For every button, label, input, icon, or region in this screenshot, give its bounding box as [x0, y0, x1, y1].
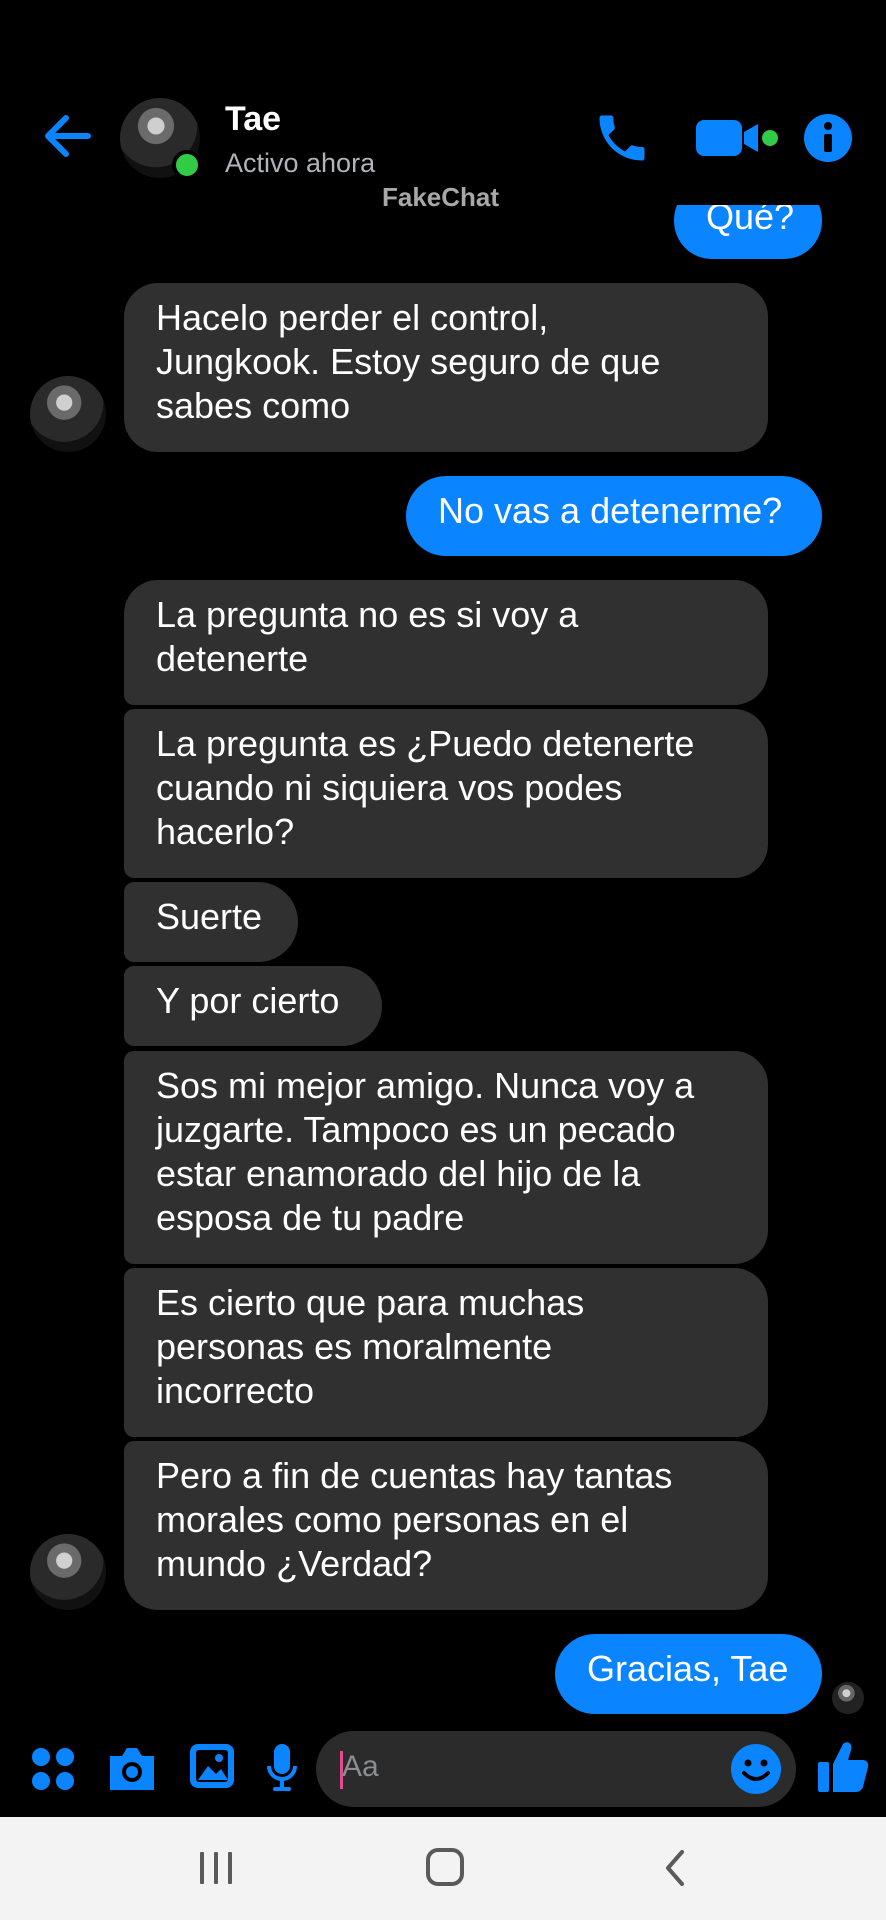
message-line: Hacelo perder el control, — [156, 297, 549, 338]
message-line: No vas a detenerme? — [438, 490, 783, 531]
message-bubble-incoming[interactable]: La pregunta es ¿Puedo detenerte cuando n… — [124, 709, 768, 878]
system-navigation-bar — [0, 1817, 886, 1920]
nav-back-icon[interactable] — [660, 1848, 690, 1888]
microphone-icon[interactable] — [266, 1742, 298, 1794]
message-bubble-incoming[interactable]: La pregunta no es si voy a detenerte — [124, 580, 768, 705]
phone-icon[interactable] — [592, 108, 652, 168]
message-line: Y por cierto — [156, 980, 340, 1021]
message-bubble-incoming[interactable]: Es cierto que para muchas personas es mo… — [124, 1268, 768, 1437]
message-line: Es cierto que para muchas — [156, 1282, 585, 1323]
home-icon[interactable] — [424, 1846, 466, 1888]
message-bubble-incoming[interactable]: Pero a fin de cuentas hay tantas morales… — [124, 1441, 768, 1610]
message-bubble-incoming[interactable]: Hacelo perder el control, Jungkook. Esto… — [124, 283, 768, 452]
message-line: La pregunta no es si voy a — [156, 594, 579, 635]
online-indicator — [172, 150, 202, 180]
message-line: Jungkook. Estoy seguro de que — [156, 341, 661, 382]
message-line: estar enamorado del hijo de la — [156, 1153, 641, 1194]
message-line: La pregunta es ¿Puedo detenerte — [156, 723, 695, 764]
message-line: Suerte — [156, 896, 263, 937]
message-line: incorrecto — [156, 1370, 315, 1411]
message-line: morales como personas en el — [156, 1499, 629, 1540]
watermark: FakeChat — [382, 182, 500, 212]
message-line: cuando ni siquiera vos podes — [156, 767, 623, 808]
contact-status: Activo ahora — [225, 148, 376, 178]
back-arrow-icon[interactable] — [40, 108, 96, 164]
sender-avatar[interactable] — [30, 376, 106, 452]
message-line: mundo ¿Verdad? — [156, 1543, 433, 1584]
contact-name[interactable]: Tae — [225, 100, 281, 139]
message-line: Pero a fin de cuentas hay tantas — [156, 1455, 673, 1496]
message-bubble-incoming[interactable]: Suerte — [124, 882, 298, 962]
sender-avatar[interactable] — [30, 1534, 106, 1610]
gallery-icon[interactable] — [188, 1742, 236, 1790]
info-icon[interactable] — [802, 112, 854, 164]
camera-icon[interactable] — [106, 1744, 158, 1792]
emoji-icon[interactable] — [730, 1743, 782, 1795]
seen-receipt-avatar — [832, 1682, 864, 1714]
message-line: Sos mi mejor amigo. Nunca voy a — [156, 1065, 695, 1106]
message-input-placeholder: Aa — [342, 1750, 379, 1783]
message-line: Gracias, Tae — [587, 1648, 789, 1689]
thumbs-up-icon[interactable] — [816, 1738, 870, 1794]
message-bubble-incoming[interactable]: Sos mi mejor amigo. Nunca voy a juzgarte… — [124, 1051, 768, 1264]
message-line: esposa de tu padre — [156, 1197, 465, 1238]
message-line: sabes como — [156, 385, 351, 426]
message-line: detenerte — [156, 638, 309, 679]
message-line: personas es moralmente — [156, 1326, 553, 1367]
apps-grid-icon[interactable] — [30, 1746, 76, 1792]
recents-icon[interactable] — [196, 1848, 236, 1888]
video-call-icon[interactable] — [694, 114, 782, 162]
message-bubble-outgoing[interactable]: Gracias, Tae — [555, 1634, 822, 1714]
message-line: juzgarte. Tampoco es un pecado — [156, 1109, 676, 1150]
message-input[interactable]: Aa — [316, 1731, 796, 1807]
contact-avatar[interactable] — [120, 98, 202, 180]
message-bubble-outgoing[interactable]: No vas a detenerme? — [406, 476, 822, 556]
message-bubble-incoming[interactable]: Y por cierto — [124, 966, 382, 1046]
chat-header: Tae Activo ahora — [0, 0, 886, 205]
message-line: hacerlo? — [156, 811, 295, 852]
